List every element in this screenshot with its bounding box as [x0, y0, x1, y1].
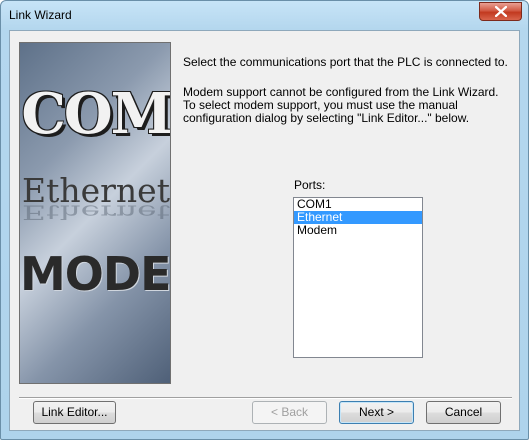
cancel-button[interactable]: Cancel: [426, 401, 501, 424]
communications-artwork: COM Ethernet Ethernet MODEM: [19, 42, 171, 384]
close-icon: [495, 6, 507, 17]
next-button[interactable]: Next >: [339, 401, 414, 424]
artwork-modem-text: MODEM: [20, 247, 171, 301]
window-title: Link Wizard: [9, 8, 72, 22]
instruction-text: Select the communications port that the …: [183, 55, 508, 69]
ports-label: Ports:: [294, 178, 326, 192]
title-bar[interactable]: Link Wizard: [1, 1, 528, 29]
close-button[interactable]: [479, 2, 522, 21]
ports-listbox[interactable]: COM1 Ethernet Modem: [293, 197, 423, 358]
dialog-client-area: COM Ethernet Ethernet MODEM Select the c…: [9, 30, 520, 431]
back-button[interactable]: < Back: [252, 401, 327, 424]
link-editor-button[interactable]: Link Editor...: [33, 401, 116, 424]
link-wizard-window: Link Wizard COM Ethernet Ethernet MODEM …: [0, 0, 529, 440]
port-item-modem[interactable]: Modem: [294, 224, 422, 237]
modem-note-text: Modem support cannot be configured from …: [183, 85, 499, 125]
artwork-com-text: COM: [21, 81, 171, 147]
artwork-ethernet-text: Ethernet: [22, 171, 170, 210]
button-separator: [19, 397, 512, 399]
